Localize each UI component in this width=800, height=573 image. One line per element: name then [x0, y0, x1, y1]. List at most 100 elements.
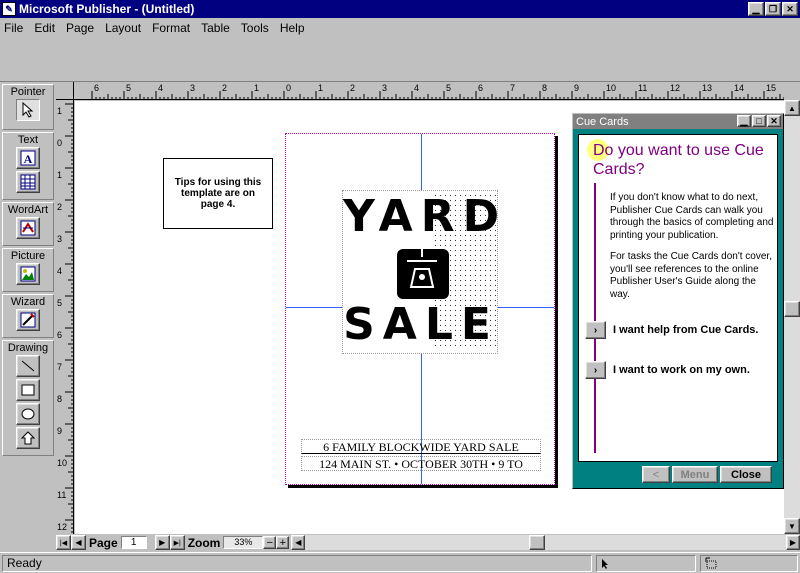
ruler-label: 6 — [57, 330, 62, 340]
help-from-cue-cards-button[interactable]: › — [585, 321, 606, 339]
horizontal-scroll-track[interactable] — [305, 535, 786, 550]
toolbar-area — [0, 38, 800, 82]
work-on-my-own-button[interactable]: › — [585, 361, 606, 379]
wizard-tool-button[interactable] — [16, 309, 40, 331]
picture-label: Picture — [10, 250, 46, 262]
scroll-left-button[interactable]: ◀ — [291, 535, 306, 550]
minimize-button[interactable]: ▁ — [748, 2, 764, 16]
vertical-ruler-ticks: 10123456789101112 — [57, 103, 73, 533]
ruler-corner[interactable] — [56, 82, 74, 100]
line-icon — [21, 360, 35, 372]
menu-help[interactable]: Help — [280, 21, 305, 35]
drawing-group: Drawing — [2, 340, 54, 456]
vertical-scroll-thumb[interactable] — [784, 301, 800, 317]
publication-page[interactable]: YARD SALE 6 FAMILY BLOCKWIDE YARD SALE 1… — [285, 133, 555, 485]
ruler-label: 0 — [286, 83, 291, 93]
custom-shape-tool-button[interactable] — [16, 427, 40, 449]
first-page-button[interactable]: |◀ — [56, 535, 71, 550]
pointer-label: Pointer — [10, 86, 46, 98]
last-page-button[interactable]: ▶| — [169, 535, 185, 550]
restore-button[interactable]: ❐ — [765, 2, 781, 16]
headline-sale: SALE — [343, 299, 499, 350]
zoom-out-button[interactable]: − — [263, 536, 277, 549]
wizard-group: Wizard — [2, 294, 54, 338]
ruler-label: 5 — [446, 83, 451, 93]
cue-cards-paragraph-1: If you don't know what to do next, Publi… — [610, 192, 774, 241]
ruler-label: 9 — [57, 426, 62, 436]
wizard-wand-icon — [20, 312, 36, 328]
ruler-label: 0 — [57, 138, 62, 148]
work-on-my-own-label[interactable]: I want to work on my own. — [613, 364, 750, 376]
ruler-label: 1 — [57, 106, 62, 116]
scroll-down-button[interactable]: ▼ — [784, 518, 800, 534]
flyer-line-1[interactable]: 6 FAMILY BLOCKWIDE YARD SALE — [301, 439, 541, 454]
custom-shape-icon — [20, 431, 36, 445]
ruler-label: 6 — [478, 83, 483, 93]
text-group: Text A — [2, 132, 54, 200]
publisher-app-icon[interactable]: ✎ — [2, 2, 16, 16]
wordart-label: WordArt — [7, 204, 49, 216]
scroll-right-button[interactable]: ▶ — [786, 535, 800, 550]
tip-text-box[interactable]: Tips for using this template are on page… — [163, 158, 273, 229]
flyer-line-2[interactable]: 124 MAIN ST. • OCTOBER 30TH • 9 TO — [301, 456, 541, 471]
table-tool-button[interactable] — [16, 171, 40, 193]
wizard-label: Wizard — [10, 296, 46, 308]
vertical-scrollbar[interactable]: ▲ ▼ — [784, 100, 800, 534]
cue-cards-title: Cue Cards — [576, 115, 629, 128]
cue-cards-menu-button[interactable]: Menu — [672, 466, 718, 483]
horizontal-scroll-thumb[interactable] — [529, 535, 546, 550]
cue-cards-close-button[interactable]: ✕ — [767, 115, 781, 127]
menu-bar: File Edit Page Layout Format Table Tools… — [0, 18, 800, 38]
ruler-label: 1 — [57, 170, 62, 180]
wordart-icon — [20, 220, 36, 236]
picture-tool-button[interactable] — [16, 263, 40, 285]
menu-table[interactable]: Table — [201, 21, 230, 35]
text-frame-icon: A — [20, 150, 36, 166]
help-from-cue-cards-label[interactable]: I want help from Cue Cards. — [613, 324, 758, 336]
wordart-tool-button[interactable] — [16, 217, 40, 239]
cue-cards-back-button[interactable]: < — [642, 466, 670, 483]
menu-layout[interactable]: Layout — [105, 21, 141, 35]
cue-cards-window[interactable]: Cue Cards ▁ □ ✕ Do you want to use Cue C… — [572, 113, 784, 489]
vertical-ruler[interactable]: 1 0 1 2 3 4 5 6 7 8 9 10 11 12 — [56, 100, 74, 534]
zoom-field[interactable]: 33% — [223, 536, 264, 549]
page-number-field[interactable]: 1 — [120, 536, 147, 549]
status-position-panel — [596, 554, 696, 572]
ruler-label: 4 — [414, 83, 419, 93]
page-label: Page — [89, 535, 118, 550]
menu-tools[interactable]: Tools — [241, 21, 269, 35]
menu-edit[interactable]: Edit — [34, 21, 55, 35]
pointer-tool-button[interactable] — [16, 99, 40, 121]
menu-page[interactable]: Page — [66, 21, 94, 35]
status-text: Ready — [2, 554, 592, 572]
next-page-button[interactable]: ▶ — [154, 535, 170, 550]
scroll-up-button[interactable]: ▲ — [784, 100, 800, 116]
ruler-label: 3 — [382, 83, 387, 93]
price-tag-bag-icon — [397, 245, 449, 299]
text-tool-button[interactable]: A — [16, 147, 40, 169]
status-size-panel — [700, 554, 798, 572]
menu-file[interactable]: File — [4, 21, 23, 35]
status-bar: Ready — [0, 552, 800, 573]
cue-cards-close-action-button[interactable]: Close — [720, 466, 772, 483]
cue-cards-vertical-rule — [594, 183, 596, 453]
ruler-label: 2 — [350, 83, 355, 93]
cue-cards-minimize-button[interactable]: ▁ — [737, 115, 751, 127]
yard-sale-artwork[interactable]: YARD SALE — [342, 190, 499, 354]
close-button[interactable]: ✕ — [782, 2, 798, 16]
ruler-label: 5 — [126, 83, 131, 93]
cue-cards-body: Do you want to use Cue Cards? If you don… — [578, 134, 778, 462]
oval-tool-button[interactable] — [16, 403, 40, 425]
table-icon — [20, 174, 36, 190]
cue-cards-title-bar[interactable]: Cue Cards ▁ □ ✕ — [573, 114, 783, 129]
horizontal-ruler[interactable]: 6 5 4 3 2 1 0 1 2 3 4 5 6 7 8 9 10 11 12 13 14 15 — [74, 82, 784, 100]
picture-icon — [20, 266, 36, 282]
previous-page-button[interactable]: ◀ — [71, 535, 86, 550]
page-navigation-bar: |◀ ◀ Page 1 ▶ ▶| Zoom 33% − + ◀ ▶ — [56, 534, 800, 551]
cue-cards-maximize-button[interactable]: □ — [752, 115, 766, 127]
box-tool-button[interactable] — [16, 379, 40, 401]
zoom-in-button[interactable]: + — [276, 536, 290, 549]
oval-icon — [21, 408, 35, 420]
line-tool-button[interactable] — [16, 355, 40, 377]
menu-format[interactable]: Format — [152, 21, 190, 35]
